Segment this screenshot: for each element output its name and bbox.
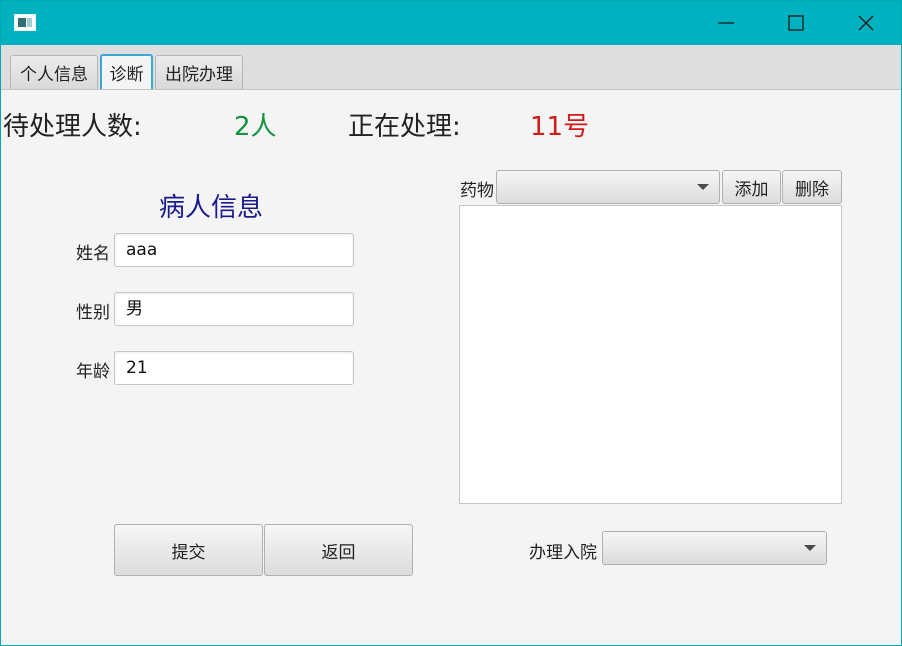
maximize-icon	[788, 15, 804, 31]
tab-label: 诊断	[109, 65, 144, 85]
close-icon	[858, 15, 874, 31]
maximize-button[interactable]	[761, 1, 831, 45]
medicine-list[interactable]	[459, 205, 842, 504]
delete-label: 删除	[795, 179, 829, 200]
age-label: 年龄	[76, 362, 110, 382]
app-window: 个人信息 诊断 出院办理 待处理人数: 2人 正在处理: 11号 病人信息 姓名…	[0, 0, 902, 646]
add-label: 添加	[734, 179, 769, 200]
add-medicine-button[interactable]: 添加	[722, 170, 781, 204]
title-bar[interactable]	[1, 1, 901, 45]
submit-button[interactable]: 提交	[114, 524, 263, 576]
back-button[interactable]: 返回	[264, 524, 413, 576]
tab-personal-info[interactable]: 个人信息	[10, 55, 98, 89]
tab-diagnosis[interactable]: 诊断	[100, 54, 153, 89]
current-number-value: 11号	[530, 112, 590, 142]
age-field[interactable]: 21	[114, 351, 354, 385]
waiting-count-label: 待处理人数:	[3, 112, 142, 142]
chevron-down-icon	[697, 184, 709, 190]
patient-info-title: 病人信息	[159, 193, 264, 223]
close-button[interactable]	[831, 1, 901, 45]
submit-label: 提交	[171, 542, 206, 563]
medicine-combobox[interactable]	[496, 170, 720, 204]
tab-label: 个人信息	[20, 65, 88, 85]
chevron-down-icon	[804, 545, 816, 551]
medicine-label: 药物	[460, 181, 494, 201]
minimize-button[interactable]	[691, 1, 761, 45]
minimize-icon	[718, 22, 734, 24]
gender-field[interactable]: 男	[114, 292, 354, 326]
app-icon	[14, 14, 36, 31]
tab-label: 出院办理	[165, 65, 233, 85]
back-label: 返回	[321, 542, 356, 563]
delete-medicine-button[interactable]: 删除	[782, 170, 842, 204]
admission-label: 办理入院	[529, 543, 597, 563]
current-number-label: 正在处理:	[348, 112, 461, 142]
name-field[interactable]: aaa	[114, 233, 354, 267]
tab-discharge[interactable]: 出院办理	[155, 55, 243, 89]
admission-combobox[interactable]	[602, 531, 827, 565]
gender-label: 性别	[76, 303, 110, 323]
waiting-count-value: 2人	[234, 112, 277, 142]
tab-strip: 个人信息 诊断 出院办理	[1, 45, 901, 90]
name-label: 姓名	[76, 244, 110, 264]
